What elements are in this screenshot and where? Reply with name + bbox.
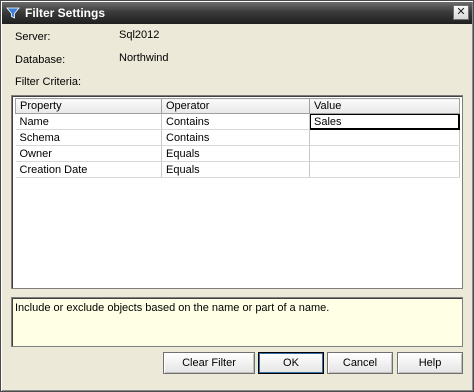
property-cell[interactable]: Owner [15, 145, 162, 162]
description-panel: Include or exclude objects based on the … [11, 297, 463, 347]
criteria-table: Property Operator Value Name Contains Sa… [15, 98, 460, 178]
property-cell[interactable]: Creation Date [15, 161, 162, 178]
operator-cell[interactable]: Equals [161, 145, 310, 162]
table-row[interactable]: Creation Date Equals [15, 161, 460, 178]
ok-button[interactable]: OK [258, 352, 324, 374]
server-value: Sql2012 [119, 29, 160, 41]
clear-filter-button[interactable]: Clear Filter [163, 352, 255, 374]
funnel-icon [6, 7, 20, 19]
value-cell[interactable] [309, 161, 460, 178]
cancel-button[interactable]: Cancel [327, 352, 393, 374]
operator-cell[interactable]: Contains [161, 129, 310, 146]
filter-criteria-label: Filter Criteria: [15, 76, 82, 88]
filter-settings-dialog: Filter Settings ✕ Server: Sql2012 Databa… [0, 0, 474, 392]
column-header-value[interactable]: Value [309, 98, 460, 114]
database-label: Database: [15, 54, 66, 66]
filter-criteria-grid[interactable]: Property Operator Value Name Contains Sa… [11, 95, 463, 289]
column-header-operator[interactable]: Operator [161, 98, 310, 114]
value-cell[interactable] [309, 129, 460, 146]
value-cell[interactable] [309, 145, 460, 162]
close-button[interactable]: ✕ [453, 5, 469, 20]
description-text: Include or exclude objects based on the … [15, 302, 330, 314]
table-row[interactable]: Name Contains Sales [15, 113, 460, 130]
title-bar[interactable]: Filter Settings ✕ [2, 2, 472, 24]
dialog-title: Filter Settings [25, 6, 106, 20]
property-cell[interactable]: Schema [15, 129, 162, 146]
help-button[interactable]: Help [397, 352, 463, 374]
value-cell-editing[interactable]: Sales [309, 113, 460, 130]
property-cell[interactable]: Name [15, 113, 162, 130]
table-row[interactable]: Owner Equals [15, 145, 460, 162]
grid-header-row: Property Operator Value [15, 98, 460, 114]
table-row[interactable]: Schema Contains [15, 129, 460, 146]
operator-cell[interactable]: Contains [161, 113, 310, 130]
server-label: Server: [15, 31, 51, 43]
database-value: Northwind [119, 52, 169, 64]
operator-cell[interactable]: Equals [161, 161, 310, 178]
close-icon: ✕ [456, 5, 466, 18]
column-header-property[interactable]: Property [15, 98, 162, 114]
